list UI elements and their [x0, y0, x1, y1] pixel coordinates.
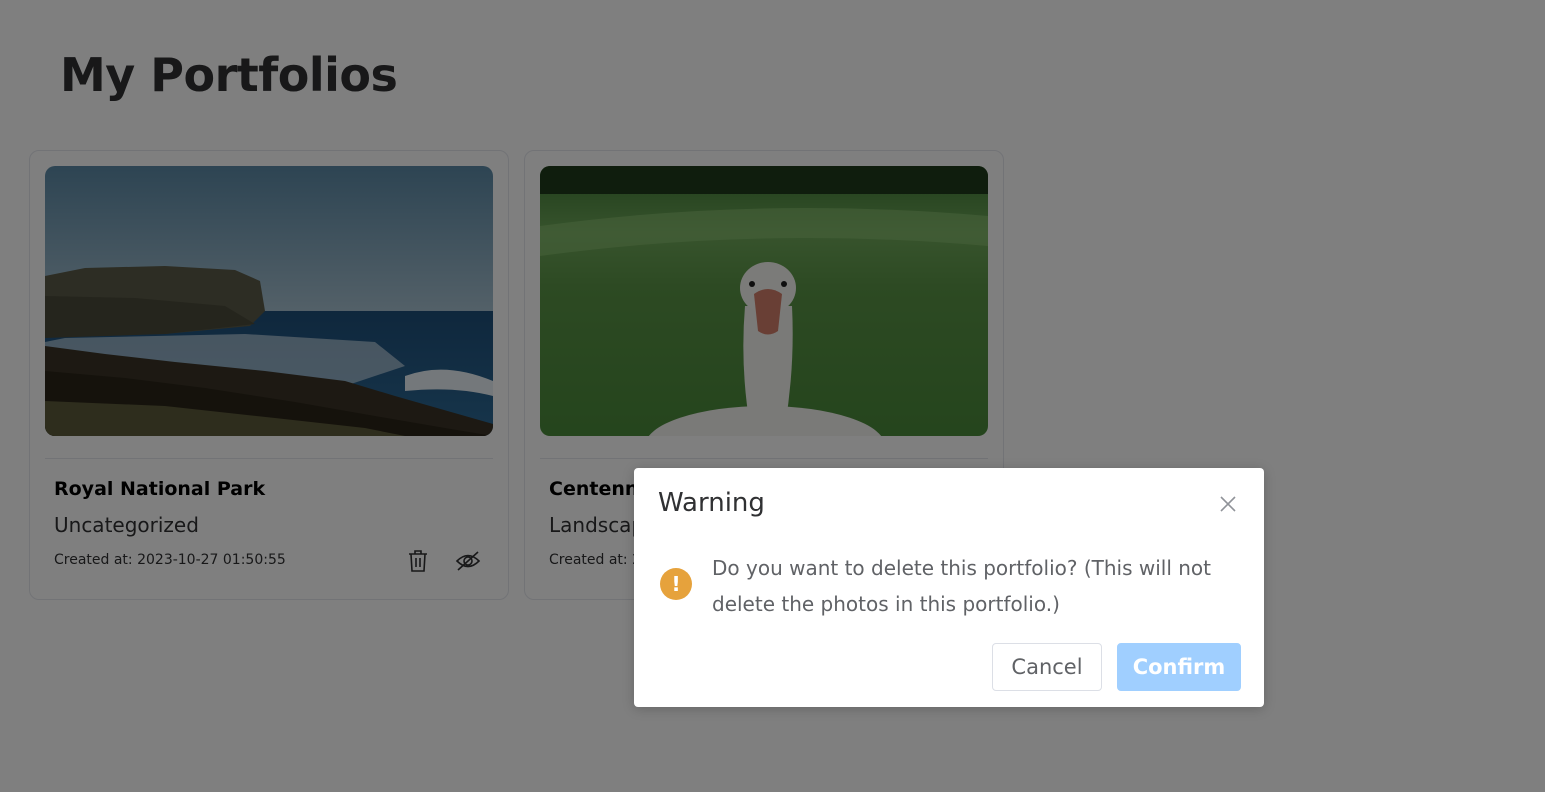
dialog-title: Warning [658, 488, 765, 518]
cancel-button[interactable]: Cancel [992, 643, 1102, 691]
warning-icon: ! [660, 568, 692, 600]
warning-dialog: Warning ! Do you want to delete this por… [634, 468, 1264, 707]
dialog-message: Do you want to delete this portfolio? (T… [712, 556, 1212, 616]
page: My Portfolios [0, 0, 1545, 792]
close-button[interactable] [1216, 492, 1240, 516]
close-icon [1220, 496, 1236, 512]
confirm-button[interactable]: Confirm [1117, 643, 1241, 691]
